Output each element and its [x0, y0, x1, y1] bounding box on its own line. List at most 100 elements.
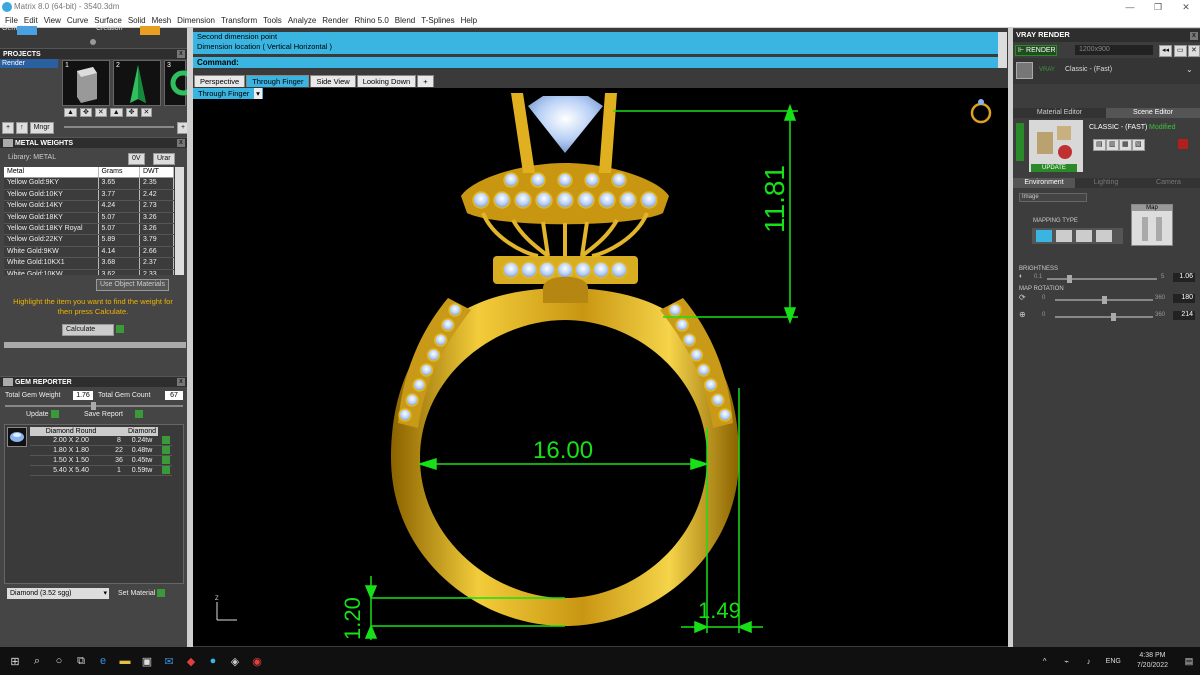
project-thumb-3[interactable]: 3 [164, 60, 196, 106]
add-project-button[interactable]: + [2, 122, 15, 134]
close-render-button[interactable]: ✕ [1188, 45, 1200, 57]
render-size-select[interactable]: 1200x900 [1075, 45, 1153, 55]
windows-start-icon[interactable]: ⊞ [4, 647, 26, 675]
dwt-col-header[interactable]: DWT [139, 167, 175, 179]
scroll-knob-icon[interactable] [90, 39, 96, 45]
network-icon[interactable]: ⌁ [1056, 647, 1078, 675]
menu-item[interactable]: Analyze [285, 14, 319, 27]
render-button[interactable]: ⊩ RENDER [1015, 45, 1057, 56]
brightness-knob[interactable] [1067, 275, 1072, 283]
command-input[interactable]: Command: [193, 57, 998, 68]
menu-item[interactable]: Tools [260, 14, 285, 27]
thumb-pan-button[interactable]: ✥ [79, 108, 92, 117]
rotation-v-knob[interactable] [1110, 313, 1116, 321]
table-row[interactable]: 1.80 X 1.80 22 0.48tw [30, 445, 173, 456]
viewport-tab[interactable]: Looking Down [356, 75, 417, 87]
brightness-slider[interactable] [1047, 275, 1157, 283]
rotation-h-value[interactable]: 180 [1173, 294, 1195, 303]
gem-row-go-icon[interactable] [162, 466, 171, 475]
scene-side-tab[interactable] [1016, 123, 1024, 161]
gem-row-go-icon[interactable] [162, 436, 171, 445]
calculate-go-icon[interactable] [116, 324, 124, 333]
rotation-v-value[interactable]: 214 [1173, 311, 1195, 320]
viewport-tab[interactable]: + [417, 75, 434, 87]
metal-close-icon[interactable]: x [177, 139, 185, 147]
menu-item[interactable]: T-Splines [418, 14, 457, 27]
unit-button-1[interactable]: 0V [128, 153, 145, 165]
table-row[interactable]: Yellow Gold:10KY 3.77 2.42 [4, 189, 175, 202]
save-report-button[interactable]: Save Report [84, 411, 123, 418]
metal-scrollbar[interactable] [175, 167, 184, 275]
close-button[interactable]: ✕ [1172, 0, 1200, 14]
scene-editor-tab[interactable]: Scene Editor [1106, 108, 1200, 118]
prev-button[interactable]: ◂◂ [1159, 45, 1173, 57]
menu-item[interactable]: View [41, 14, 64, 27]
scene-copy-button[interactable]: ▦ [1119, 139, 1132, 151]
menu-item[interactable]: Blend [392, 14, 418, 27]
creation-tab[interactable]: Creation [96, 25, 122, 32]
mapping-cylinder-icon[interactable] [1096, 230, 1112, 242]
material-editor-tab[interactable]: Material Editor [1013, 108, 1106, 118]
table-row[interactable]: Yellow Gold:18KY Royal 5.07 3.26 [4, 223, 175, 236]
gem-row-go-icon[interactable] [162, 456, 171, 465]
update-button[interactable]: Update [26, 411, 49, 418]
3d-viewport[interactable]: Z 11.81 16.00 1.20 1.49 [193, 88, 1008, 646]
chrome-icon[interactable]: ◉ [246, 647, 268, 675]
menu-item[interactable]: Render [319, 14, 351, 27]
table-row[interactable]: Yellow Gold:14KY 4.24 2.73 [4, 200, 175, 213]
store-icon[interactable]: ▣ [136, 647, 158, 675]
environment-tab[interactable]: Environment [1013, 178, 1075, 188]
menu-item[interactable]: Transform [218, 14, 260, 27]
material-select[interactable]: Diamond (3.52 sgg) ▾ [7, 588, 109, 599]
menu-item[interactable]: Help [458, 14, 480, 27]
matrix-app-icon[interactable]: ● [202, 647, 224, 675]
mapping-sphere-icon[interactable] [1076, 230, 1092, 242]
scene-reset-icon[interactable] [1178, 139, 1188, 149]
gem-slider-knob[interactable] [91, 402, 96, 410]
maximize-button[interactable]: ❐ [1144, 0, 1172, 14]
preset-thumb[interactable] [1016, 62, 1033, 79]
gem-slider[interactable] [5, 402, 183, 410]
up-project-button[interactable]: ↑ [16, 122, 28, 134]
mapping-planar-icon[interactable] [1036, 230, 1052, 242]
command-scrollbar[interactable] [998, 32, 1007, 68]
metal-col-header[interactable]: Metal [4, 167, 99, 179]
menu-item[interactable]: Rhino 5.0 [352, 14, 392, 27]
notifications-icon[interactable]: ▤ [1178, 647, 1200, 675]
thumb-scroll-slider[interactable] [64, 126, 174, 128]
preset-chevron-icon[interactable]: ⌄ [1186, 65, 1193, 74]
thumb-delete-button-2[interactable]: ✕ [140, 108, 153, 117]
table-row[interactable]: 2.00 X 2.00 8 0.24tw [30, 436, 173, 446]
manager-button[interactable]: Mngr [29, 122, 54, 134]
vray-close-icon[interactable]: x [1190, 32, 1198, 40]
scene-export-button[interactable]: ▧ [1132, 139, 1145, 151]
lighting-tab[interactable]: Lighting [1075, 178, 1137, 188]
update-go-icon[interactable] [50, 410, 59, 418]
mail-icon[interactable]: ✉ [158, 647, 180, 675]
brightness-value[interactable]: 1.06 [1173, 273, 1195, 282]
save-report-go-icon[interactable] [134, 410, 143, 418]
rotation-h-slider[interactable] [1055, 296, 1153, 304]
thumb-up-button-2[interactable]: ▲ [109, 108, 123, 117]
task-view-icon[interactable]: ⧉ [70, 647, 92, 675]
edge-icon[interactable]: e [92, 647, 114, 675]
clock[interactable]: 4:38 PM 7/20/2022 [1137, 651, 1168, 671]
env-type-select[interactable]: Image [1019, 193, 1087, 202]
language-indicator[interactable]: ENG [1106, 658, 1121, 665]
viewport-tab[interactable]: Side View [310, 75, 356, 87]
mapping-box-icon[interactable] [1056, 230, 1072, 242]
scene-update-button[interactable]: UPDATE [1031, 164, 1077, 172]
volume-icon[interactable]: ♪ [1078, 647, 1100, 675]
table-row[interactable]: White Gold:10KX1 3.68 2.37 [4, 257, 175, 270]
scene-load-button[interactable]: ▥ [1106, 139, 1119, 151]
table-row[interactable]: 1.50 X 1.50 36 0.45tw [30, 455, 173, 466]
map-preview[interactable]: Map [1131, 204, 1173, 246]
table-row[interactable]: Yellow Gold:22KY 5.89 3.79 [4, 234, 175, 247]
grams-col-header[interactable]: Grams [98, 167, 140, 179]
viewport-tab[interactable]: Perspective [194, 75, 246, 87]
thumb-up-button[interactable]: ▲ [64, 108, 77, 117]
viewport-tab[interactable]: Through Finger [246, 75, 310, 87]
frame-button[interactable]: ▭ [1174, 45, 1187, 57]
project-item[interactable]: Render [0, 59, 58, 68]
file-explorer-icon[interactable]: ▬ [114, 647, 136, 675]
